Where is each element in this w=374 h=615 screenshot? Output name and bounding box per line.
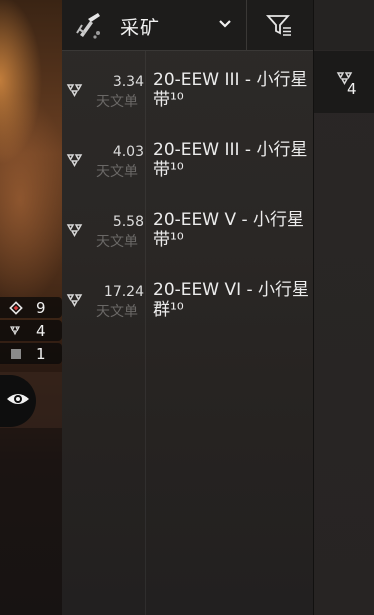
header-separator — [246, 0, 247, 50]
distance-value: 4.03 — [112, 144, 144, 160]
mining-laser-icon[interactable] — [74, 9, 106, 41]
overview-counts: 9 4 1 — [0, 297, 62, 366]
eye-icon — [6, 391, 30, 411]
list-item[interactable]: 5.58 天文单 20-EEW V - 小行星带¹⁰ — [62, 210, 314, 280]
distance-value: 17.24 — [103, 284, 144, 300]
count-asteroid[interactable]: 4 — [0, 320, 62, 341]
game-scene-background: 9 4 1 — [0, 0, 62, 615]
count-hostile[interactable]: 9 — [0, 297, 62, 318]
asteroid-belt-icon — [66, 152, 84, 170]
belt-name: 20-EEW V - 小行星带¹⁰ — [153, 210, 305, 250]
list-item[interactable]: 4.03 天文单 20-EEW III - 小行星带¹⁰ — [62, 140, 314, 210]
side-header — [314, 0, 374, 50]
distance-unit: 天文单 — [96, 234, 138, 250]
asteroid-belt-icon — [8, 323, 24, 339]
distance-value: 3.34 — [112, 74, 144, 90]
tab-asteroid-belts[interactable]: 4 — [314, 51, 374, 113]
count-value: 4 — [36, 321, 46, 340]
list-item[interactable]: 3.34 天文单 20-EEW III - 小行星带¹⁰ — [62, 70, 314, 140]
side-tab-strip: 4 — [314, 0, 374, 615]
hostile-diamond-icon — [8, 300, 24, 316]
belt-name: 20-EEW III - 小行星带¹⁰ — [153, 70, 308, 110]
distance-unit: 天文单 — [96, 164, 138, 180]
filter-icon[interactable] — [265, 11, 293, 39]
asteroid-belt-icon — [66, 222, 84, 240]
panel-header: 采矿 — [62, 0, 314, 51]
panel-title: 采矿 — [120, 17, 161, 39]
tab-count: 4 — [347, 80, 357, 98]
list-item[interactable]: 17.24 天文单 20-EEW VI - 小行星群¹⁰ — [62, 280, 314, 350]
count-structure[interactable]: 1 — [0, 343, 62, 364]
count-value: 9 — [36, 298, 46, 317]
belt-name: 20-EEW III - 小行星带¹⁰ — [153, 140, 308, 180]
distance-unit: 天文单 — [96, 94, 138, 110]
asteroid-belt-icon — [66, 292, 84, 310]
count-value: 1 — [36, 344, 46, 363]
belt-name: 20-EEW VI - 小行星群¹⁰ — [153, 280, 310, 320]
structure-square-icon — [8, 346, 24, 362]
chevron-down-icon[interactable] — [218, 14, 232, 34]
asteroid-belt-icon — [66, 82, 84, 100]
distance-value: 5.58 — [112, 214, 144, 230]
distance-unit: 天文单 — [96, 304, 138, 320]
mining-overview-panel: 采矿 3.34 天文单 20-EEW III - 小行星带¹⁰ 4.03 天文单… — [62, 0, 314, 615]
